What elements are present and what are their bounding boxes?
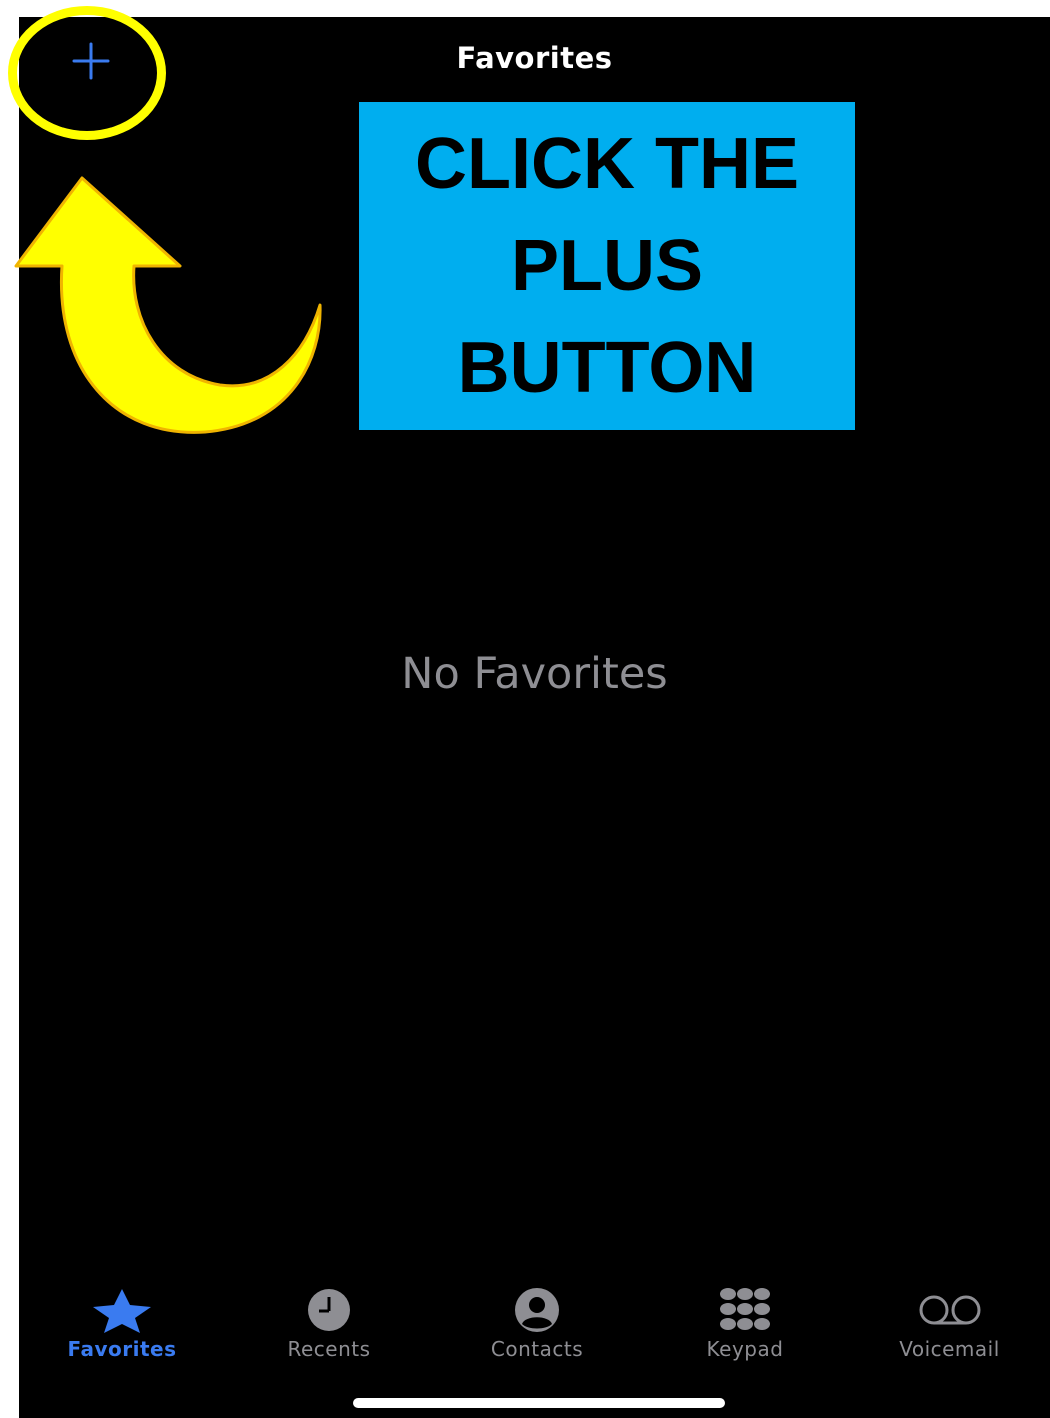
clock-icon [308, 1289, 350, 1331]
tab-label: Voicemail [899, 1337, 1000, 1361]
keypad-icon [720, 1288, 770, 1330]
star-icon [93, 1289, 151, 1333]
person-circle-icon [515, 1288, 559, 1332]
tab-favorites[interactable]: Favorites [19, 1287, 225, 1367]
tab-label: Recents [287, 1337, 371, 1361]
tab-keypad[interactable]: Keypad [641, 1287, 849, 1367]
tab-label: Favorites [67, 1337, 177, 1361]
instruction-callout: CLICK THE PLUS BUTTON [359, 102, 855, 430]
callout-text: CLICK THE PLUS BUTTON [415, 124, 799, 408]
page-title: Favorites [456, 41, 613, 75]
tab-recents[interactable]: Recents [225, 1287, 433, 1367]
home-indicator[interactable] [353, 1398, 725, 1408]
voicemail-icon [919, 1295, 980, 1325]
empty-state-message: No Favorites [401, 649, 668, 699]
tab-label: Keypad [706, 1337, 784, 1361]
tab-contacts[interactable]: Contacts [433, 1287, 641, 1367]
tab-bar: Favorites Recents Contacts Keypad Voicem… [19, 1287, 1050, 1367]
tab-voicemail[interactable]: Voicemail [849, 1287, 1050, 1367]
tab-label: Contacts [490, 1337, 584, 1361]
